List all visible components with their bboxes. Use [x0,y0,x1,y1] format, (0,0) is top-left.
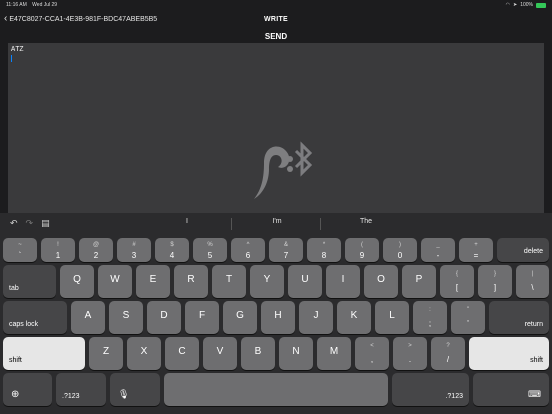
key-e[interactable]: E [136,265,170,298]
undo-icon[interactable]: ↶ [10,218,18,229]
return-key[interactable]: return [489,301,549,334]
key-3[interactable]: #3 [117,238,151,262]
keyboard-hide-icon: ⌨ [528,389,541,399]
left-shift-key[interactable]: shift [3,337,85,370]
status-bar: 11:16 AM Wed Jul 29 ◠ ➤ 100% [0,0,552,10]
key-a[interactable]: A [71,301,105,334]
key-p[interactable]: P [402,265,436,298]
numbers-key-right[interactable]: .?123 [392,373,469,406]
editor-text: ATZ [11,46,24,54]
key-minus[interactable]: _ - [421,238,455,262]
key-g[interactable]: G [223,301,257,334]
globe-icon: ⊕ [11,389,20,400]
key-5[interactable]: % 5 [193,238,227,262]
key-d[interactable]: D [147,301,181,334]
key-6[interactable]: ^ 6 [231,238,265,262]
key-backslash[interactable]: | \ [516,265,549,298]
key-n[interactable]: N [279,337,313,370]
key-y[interactable]: Y [250,265,284,298]
dictation-key[interactable]: 🎙 [110,373,160,406]
key-h[interactable]: H [261,301,295,334]
key-quote[interactable]: " ' [451,301,485,334]
key-left-bracket[interactable]: {[ [440,265,474,298]
globe-key[interactable]: ⊕ [3,373,52,406]
send-button[interactable]: SEND [0,30,552,43]
keyboard: ~ ` ! 1 @2 #3 $4 % 5 ^ 6 & 7 * 8 (9 ) 0 _ - + = d… [0,235,552,414]
key-i[interactable]: I [326,265,360,298]
key-9[interactable]: (9 [345,238,379,262]
space-bar[interactable] [164,373,388,406]
key-7[interactable]: & 7 [269,238,303,262]
key-0[interactable]: ) 0 [383,238,417,262]
battery-icon [536,2,546,8]
key-equals[interactable]: + = [459,238,493,262]
numbers-key-left[interactable]: .?123 [56,373,106,406]
microphone-icon: 🎙 [118,389,130,399]
navigation-bar: ‹ E47C8027-CCA1-4E3B-981F-BDC47ABEB5B5 W… [0,10,552,30]
key-c[interactable]: C [165,337,199,370]
key-u[interactable]: U [288,265,322,298]
key-8[interactable]: * 8 [307,238,341,262]
suggestion-2[interactable]: I'm [232,218,322,225]
suggestion-3[interactable]: The [321,218,411,225]
shortcut-bar: ↶ ↷ ▤ I I'm The [0,213,552,235]
key-backtick[interactable]: ~ ` [3,238,37,262]
status-time: 11:16 AM [6,2,27,8]
text-cursor [11,55,12,62]
key-1[interactable]: ! 1 [41,238,75,262]
page-title: WRITE [263,16,289,23]
wifi-icon: ◠ [505,2,510,8]
right-shift-key[interactable]: shift [469,337,549,370]
location-icon: ➤ [513,2,518,8]
key-v[interactable]: V [203,337,237,370]
key-period[interactable]: >. [393,337,427,370]
tab-key[interactable]: tab [3,265,56,298]
delete-key[interactable]: delete [497,238,549,262]
status-date: Wed Jul 29 [32,2,58,8]
key-o[interactable]: O [364,265,398,298]
key-semicolon[interactable]: :; [413,301,447,334]
key-b[interactable]: B [241,337,275,370]
caps-lock-key[interactable]: caps lock [3,301,67,334]
key-slash[interactable]: ? / [431,337,465,370]
key-s[interactable]: S [109,301,143,334]
key-comma[interactable]: <, [355,337,389,370]
redo-icon[interactable]: ↷ [26,218,34,229]
key-2[interactable]: @2 [79,238,113,262]
key-4[interactable]: $4 [155,238,189,262]
battery-percent: 100% [520,2,533,8]
key-q[interactable]: Q [60,265,94,298]
paste-icon[interactable]: ▤ [41,218,50,229]
key-z[interactable]: Z [89,337,123,370]
key-m[interactable]: M [317,337,351,370]
key-right-bracket[interactable]: }] [478,265,512,298]
hide-keyboard-key[interactable]: ⌨ [473,373,549,406]
key-l[interactable]: L [375,301,409,334]
suggestion-1[interactable]: I [142,218,232,225]
key-r[interactable]: R [174,265,208,298]
key-t[interactable]: T [212,265,246,298]
bluetooth-logo-icon [254,141,313,199]
key-f[interactable]: F [185,301,219,334]
key-w[interactable]: W [98,265,132,298]
key-j[interactable]: J [299,301,333,334]
key-k[interactable]: K [337,301,371,334]
key-x[interactable]: X [127,337,161,370]
